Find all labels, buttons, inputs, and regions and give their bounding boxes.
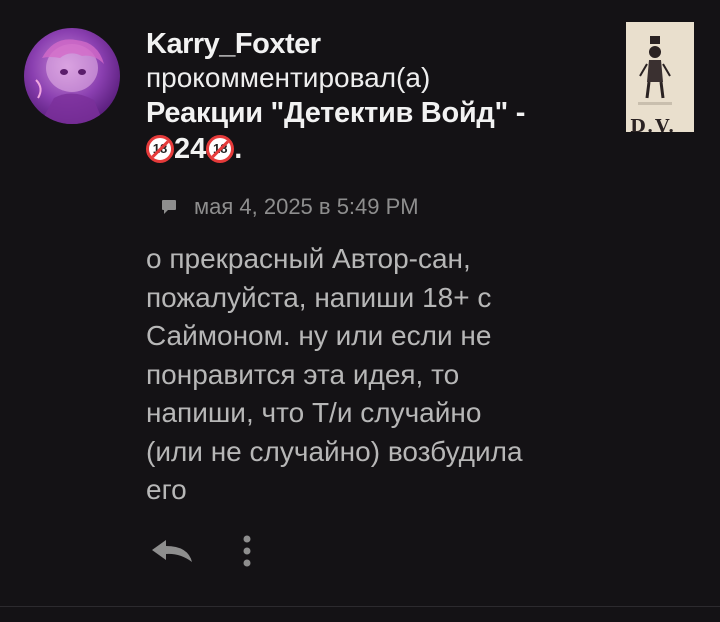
notification-header: Karry_Foxter прокомментировал(а) Реакции… [146, 28, 606, 167]
timestamp: мая 4, 2025 в 5:49 PM [194, 194, 419, 219]
meta-row: мая 4, 2025 в 5:49 PM [162, 194, 419, 220]
author-name[interactable]: Karry_Foxter [146, 28, 606, 60]
target-title[interactable]: Реакции "Детектив Войд" - [146, 95, 606, 131]
more-vertical-icon[interactable] [242, 534, 252, 573]
thumbnail-caption: D.V. [630, 116, 677, 132]
comment-body: о прекрасный Автор-сан, пожалуйста, напи… [146, 243, 523, 505]
story-thumbnail[interactable]: D.V. [626, 22, 694, 132]
divider [0, 606, 720, 607]
target-title-cont[interactable]: 18 24 18 . [146, 131, 606, 167]
author-avatar[interactable] [24, 28, 120, 124]
action-bar [150, 534, 252, 573]
reply-icon[interactable] [150, 538, 194, 569]
no-under-18-icon: 18 [146, 135, 174, 163]
no-under-18-icon: 18 [206, 135, 235, 163]
target-end: . [234, 133, 243, 165]
action-text: прокомментировал(а) [146, 62, 431, 93]
target-number: 24 [174, 133, 207, 165]
comment-icon [162, 200, 178, 214]
